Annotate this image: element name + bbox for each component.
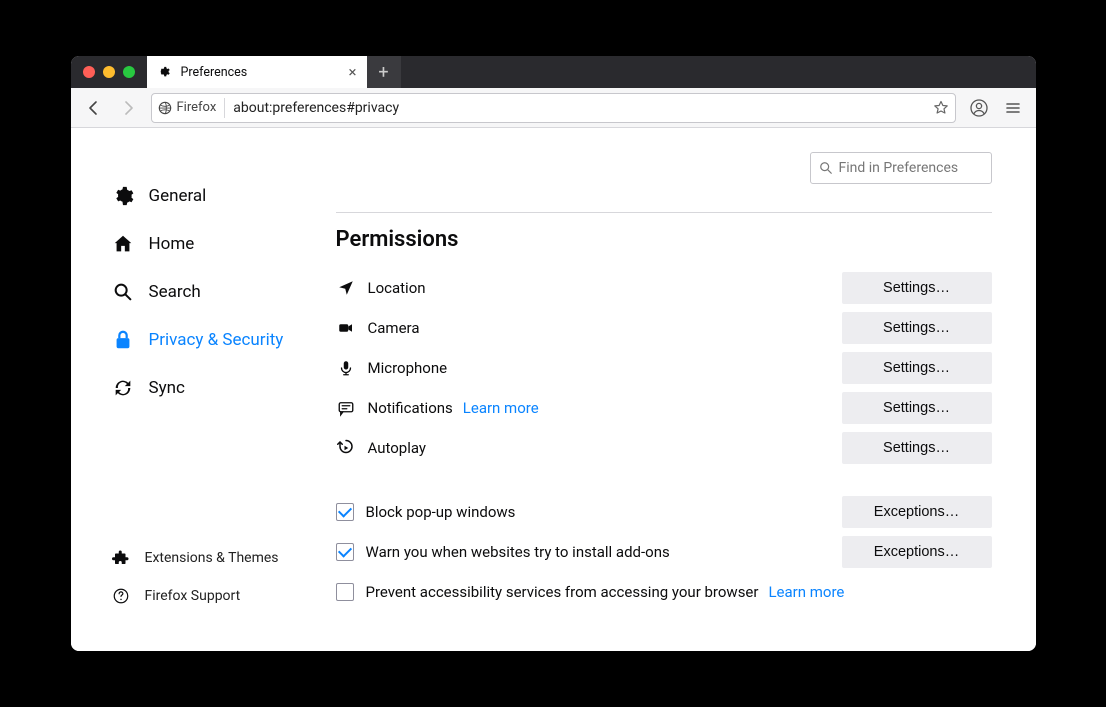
categories-sidebar: General Home Search Privacy & Security [71,128,336,651]
permission-microphone-row: Microphone Settings… [336,348,992,388]
navigation-toolbar: Firefox about:preferences#privacy [71,88,1036,128]
footer-label: Extensions & Themes [145,550,279,566]
tab-close-icon[interactable]: × [348,63,356,81]
new-tab-button[interactable]: + [367,56,401,88]
autoplay-settings-button[interactable]: Settings… [842,432,992,464]
block-popups-exceptions-button[interactable]: Exceptions… [842,496,992,528]
tab-title-label: Preferences [181,65,248,80]
url-text: about:preferences#privacy [225,100,399,116]
sidebar-footer: Extensions & Themes Firefox Support [111,539,336,635]
notifications-settings-button[interactable]: Settings… [842,392,992,424]
permission-label: Microphone [368,359,448,377]
identity-box[interactable]: Firefox [158,98,226,118]
block-popups-checkbox[interactable] [336,503,354,521]
category-label: Home [149,234,195,254]
identity-label: Firefox [177,100,217,115]
camera-icon [336,318,356,338]
warn-addons-checkbox[interactable] [336,543,354,561]
permission-camera-row: Camera Settings… [336,308,992,348]
category-label: General [149,186,207,206]
back-button[interactable] [79,93,109,123]
gear-icon [111,184,135,208]
tab-preferences[interactable]: Preferences × [147,56,367,88]
permission-label: Camera [368,319,420,337]
url-actions [933,100,949,116]
prevent-accessibility-checkbox[interactable] [336,583,354,601]
window-maximize-button[interactable] [123,66,135,78]
permissions-heading: Permissions [336,227,992,252]
checkbox-label: Prevent accessibility services from acce… [366,583,759,601]
firefox-support-link[interactable]: Firefox Support [111,577,336,615]
puzzle-icon [111,548,131,568]
app-menu-button[interactable] [998,93,1028,123]
category-home[interactable]: Home [111,220,336,268]
permission-label: Location [368,279,426,297]
location-settings-button[interactable]: Settings… [842,272,992,304]
microphone-settings-button[interactable]: Settings… [842,352,992,384]
help-icon [111,586,131,606]
category-label: Sync [149,378,185,398]
autoplay-icon [336,438,356,458]
main-pane: Find in Preferences Permissions Location… [336,128,1036,651]
permission-autoplay-row: Autoplay Settings… [336,428,992,468]
plus-icon: + [378,62,388,83]
category-privacy[interactable]: Privacy & Security [111,316,336,364]
sync-icon [111,376,135,400]
microphone-icon [336,358,356,378]
search-icon [819,161,833,175]
accessibility-learn-more-link[interactable]: Learn more [768,583,844,601]
category-search[interactable]: Search [111,268,336,316]
search-icon [111,280,135,304]
permission-label: Notifications [368,399,453,417]
forward-button[interactable] [113,93,143,123]
permission-label: Autoplay [368,439,427,457]
checkbox-label: Block pop-up windows [366,503,516,521]
lock-icon [111,328,135,352]
extensions-themes-link[interactable]: Extensions & Themes [111,539,336,577]
preferences-search-input[interactable]: Find in Preferences [810,152,992,184]
prevent-accessibility-row: Prevent accessibility services from acce… [336,572,992,612]
category-label: Privacy & Security [149,330,284,350]
permission-notifications-row: Notifications Learn more Settings… [336,388,992,428]
home-icon [111,232,135,256]
block-popups-row: Block pop-up windows Exceptions… [336,492,992,532]
bookmark-star-icon[interactable] [933,100,949,116]
browser-window: Preferences × + Firefox about:preference… [71,56,1036,651]
notification-icon [336,398,356,418]
window-minimize-button[interactable] [103,66,115,78]
warn-addons-row: Warn you when websites try to install ad… [336,532,992,572]
traffic-lights [71,56,147,88]
section-divider [336,212,992,213]
category-general[interactable]: General [111,172,336,220]
warn-addons-exceptions-button[interactable]: Exceptions… [842,536,992,568]
category-sync[interactable]: Sync [111,364,336,412]
preferences-content: General Home Search Privacy & Security [71,128,1036,651]
gear-icon [157,64,173,80]
footer-label: Firefox Support [145,588,241,604]
location-icon [336,278,356,298]
category-label: Search [149,282,201,302]
notifications-learn-more-link[interactable]: Learn more [463,399,539,417]
url-bar[interactable]: Firefox about:preferences#privacy [151,93,956,123]
window-close-button[interactable] [83,66,95,78]
tab-strip: Preferences × + [147,56,1036,88]
titlebar: Preferences × + [71,56,1036,88]
firefox-icon [158,101,172,115]
checkbox-label: Warn you when websites try to install ad… [366,543,670,561]
search-placeholder: Find in Preferences [839,160,959,176]
account-button[interactable] [964,93,994,123]
permission-location-row: Location Settings… [336,268,992,308]
camera-settings-button[interactable]: Settings… [842,312,992,344]
